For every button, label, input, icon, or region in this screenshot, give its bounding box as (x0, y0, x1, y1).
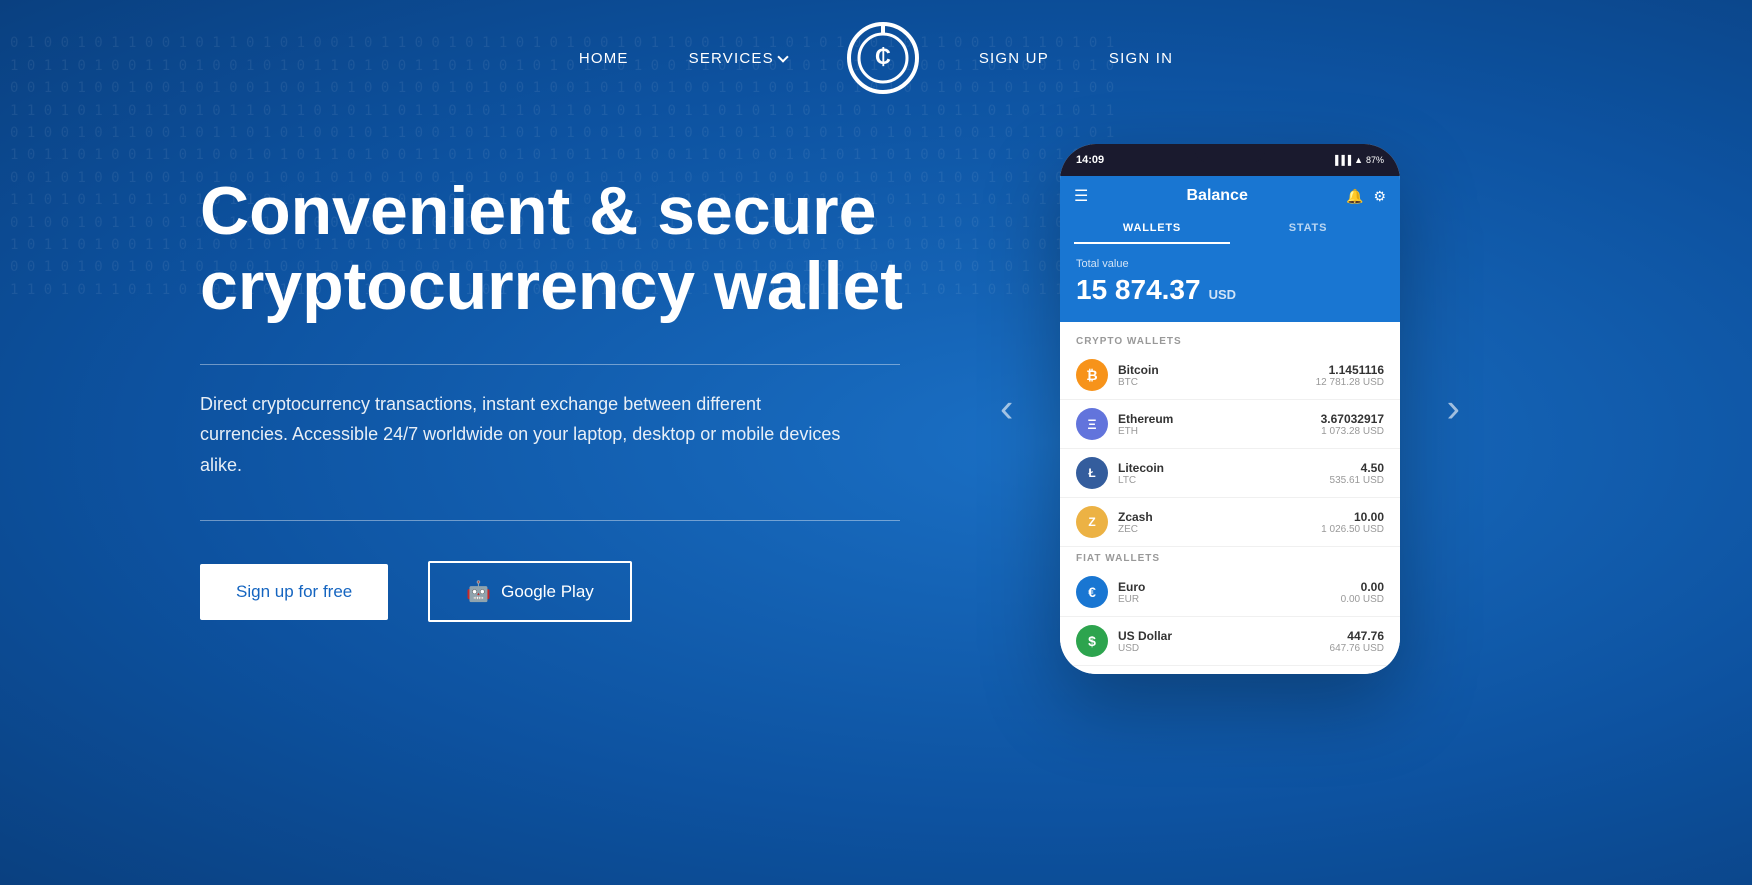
eth-amount: 3.67032917 (1321, 412, 1384, 426)
phone-status-icons: ▐▐▐ ▲ 87% (1332, 155, 1384, 165)
wifi-icon: ▲ (1354, 155, 1363, 165)
phone-mockup: 14:09 ▐▐▐ ▲ 87% ☰ Balance 🔔 ⚙ (1060, 144, 1400, 674)
zec-info: Zcash ZEC (1118, 510, 1321, 535)
eth-ticker: ETH (1118, 426, 1321, 437)
balance-card: Total value 15 874.37 USD (1060, 244, 1400, 322)
hero-subtitle: Direct cryptocurrency transactions, inst… (200, 389, 850, 481)
tab-wallets[interactable]: WALLETS (1074, 214, 1230, 244)
nav-signin[interactable]: SIGN IN (1109, 50, 1173, 67)
wallet-item-usd[interactable]: $ US Dollar USD 447.76 647.76 USD (1060, 617, 1400, 666)
signup-button[interactable]: Sign up for free (200, 564, 388, 620)
btc-ticker: BTC (1118, 377, 1316, 388)
balance-label: Total value (1076, 258, 1384, 270)
wallets-section: CRYPTO WALLETS ₿ Bitcoin BTC 1.1451116 1… (1060, 322, 1400, 674)
hero-headline: Convenient & secure cryptocurrency walle… (200, 174, 980, 324)
eth-icon: Ξ (1076, 408, 1108, 440)
phone-section: ‹ › 14:09 ▐▐▐ ▲ 87% ☰ Balance 🔔 (1060, 144, 1400, 674)
eur-amount: 0.00 (1341, 580, 1384, 594)
app-header-title: Balance (1186, 187, 1247, 205)
btc-usd: 12 781.28 USD (1316, 377, 1384, 388)
phone-status-bar: 14:09 ▐▐▐ ▲ 87% (1060, 144, 1400, 176)
android-icon: 🤖 (466, 579, 491, 604)
zec-icon: Z (1076, 506, 1108, 538)
btc-amount: 1.1451116 (1316, 363, 1384, 377)
services-chevron-icon (777, 51, 788, 62)
ltc-ticker: LTC (1118, 475, 1330, 486)
usd-usd: 647.76 USD (1330, 643, 1384, 654)
wallet-item-eth[interactable]: Ξ Ethereum ETH 3.67032917 1 073.28 USD (1060, 400, 1400, 449)
ltc-amount: 4.50 (1330, 461, 1384, 475)
usd-name: US Dollar (1118, 629, 1330, 643)
hamburger-icon[interactable]: ☰ (1074, 186, 1088, 206)
divider-2 (200, 520, 900, 521)
app-header-actions: 🔔 ⚙ (1346, 188, 1386, 205)
btc-icon: ₿ (1076, 359, 1108, 391)
settings-icon[interactable]: ⚙ (1373, 188, 1386, 205)
ltc-info: Litecoin LTC (1118, 461, 1330, 486)
usd-amount: 447.76 (1330, 629, 1384, 643)
eur-info: Euro EUR (1118, 580, 1341, 605)
navigation: HOME SERVICES ₵ SIGN UP SIGN IN (0, 0, 1752, 104)
carousel-next-button[interactable]: › (1447, 387, 1460, 432)
phone-time: 14:09 (1076, 154, 1104, 166)
zec-amount: 10.00 (1321, 510, 1384, 524)
logo[interactable]: ₵ (847, 22, 919, 94)
main-content: Convenient & secure cryptocurrency walle… (0, 104, 1752, 674)
btc-amounts: 1.1451116 12 781.28 USD (1316, 363, 1384, 388)
phone-notch (1195, 144, 1265, 162)
eur-ticker: EUR (1118, 594, 1341, 605)
eth-amounts: 3.67032917 1 073.28 USD (1321, 412, 1384, 437)
zec-ticker: ZEC (1118, 524, 1321, 535)
wallet-item-ltc[interactable]: Ł Litecoin LTC 4.50 535.61 USD (1060, 449, 1400, 498)
eth-info: Ethereum ETH (1118, 412, 1321, 437)
usd-info: US Dollar USD (1118, 629, 1330, 654)
fiat-section-label: FIAT WALLETS (1060, 547, 1400, 568)
zec-amounts: 10.00 1 026.50 USD (1321, 510, 1384, 535)
google-play-button[interactable]: 🤖 Google Play (428, 561, 632, 622)
balance-value: 15 874.37 (1076, 274, 1201, 306)
eur-amounts: 0.00 0.00 USD (1341, 580, 1384, 605)
ltc-icon: Ł (1076, 457, 1108, 489)
app-header-top: ☰ Balance 🔔 ⚙ (1074, 186, 1386, 206)
app-header: ☰ Balance 🔔 ⚙ WALLETS STATS (1060, 176, 1400, 244)
nav-services[interactable]: SERVICES (689, 50, 787, 67)
ltc-usd: 535.61 USD (1330, 475, 1384, 486)
hero-content: Convenient & secure cryptocurrency walle… (200, 154, 980, 622)
eur-name: Euro (1118, 580, 1341, 594)
eur-usd: 0.00 USD (1341, 594, 1384, 605)
carousel-prev-button[interactable]: ‹ (1000, 387, 1013, 432)
balance-currency: USD (1209, 287, 1236, 302)
tab-stats[interactable]: STATS (1230, 214, 1386, 244)
signal-icon: ▐▐▐ (1332, 155, 1351, 165)
battery-text: 87% (1366, 155, 1384, 165)
usd-ticker: USD (1118, 643, 1330, 654)
divider-1 (200, 364, 900, 365)
btc-name: Bitcoin (1118, 363, 1316, 377)
balance-amount: 15 874.37 USD (1076, 274, 1384, 306)
ltc-amounts: 4.50 535.61 USD (1330, 461, 1384, 486)
svg-text:₵: ₵ (875, 44, 891, 69)
wallet-item-btc[interactable]: ₿ Bitcoin BTC 1.1451116 12 781.28 USD (1060, 351, 1400, 400)
btc-info: Bitcoin BTC (1118, 363, 1316, 388)
app-tabs: WALLETS STATS (1074, 214, 1386, 244)
usd-icon: $ (1076, 625, 1108, 657)
wallet-item-eur[interactable]: € Euro EUR 0.00 0.00 USD (1060, 568, 1400, 617)
eth-name: Ethereum (1118, 412, 1321, 426)
zec-name: Zcash (1118, 510, 1321, 524)
crypto-section-label: CRYPTO WALLETS (1060, 330, 1400, 351)
eur-icon: € (1076, 576, 1108, 608)
nav-home[interactable]: HOME (579, 50, 629, 67)
zec-usd: 1 026.50 USD (1321, 524, 1384, 535)
ltc-name: Litecoin (1118, 461, 1330, 475)
nav-signup[interactable]: SIGN UP (979, 50, 1049, 67)
usd-amounts: 447.76 647.76 USD (1330, 629, 1384, 654)
bell-icon[interactable]: 🔔 (1346, 188, 1363, 205)
cta-buttons: Sign up for free 🤖 Google Play (200, 561, 980, 622)
eth-usd: 1 073.28 USD (1321, 426, 1384, 437)
wallet-item-zec[interactable]: Z Zcash ZEC 10.00 1 026.50 USD (1060, 498, 1400, 547)
